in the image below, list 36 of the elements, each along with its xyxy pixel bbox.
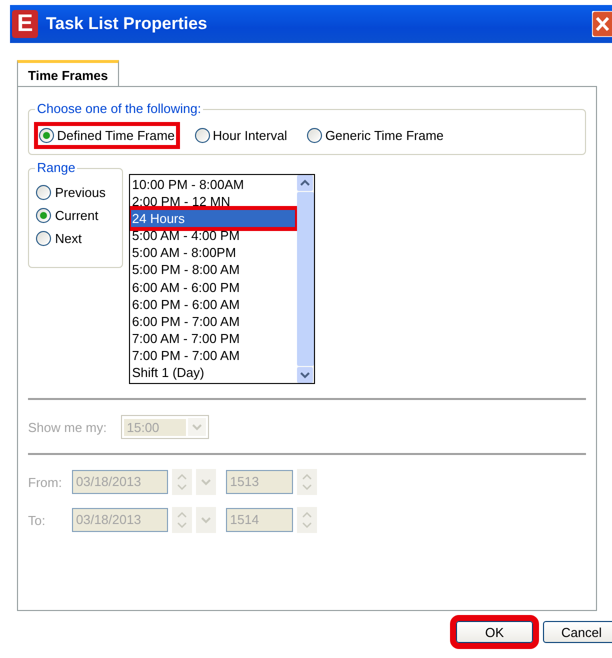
list-item[interactable]: 5:00 AM - 8:00PM — [131, 244, 295, 262]
close-icon[interactable] — [592, 11, 612, 37]
radio-option[interactable]: Next — [31, 229, 122, 252]
list-item[interactable]: 2:00 PM - 12 MN — [131, 193, 295, 210]
list-item[interactable]: 6:00 PM - 6:00 AM — [131, 296, 295, 313]
list-item[interactable]: 10:00 PM - 8:00AM — [131, 176, 295, 194]
list-item[interactable]: 5:00 AM - 4:00 PM — [131, 227, 295, 244]
group-legend: Range — [35, 160, 78, 175]
tab[interactable]: Time Frames — [17, 60, 119, 86]
radio-option[interactable]: Generic Time Frame — [302, 122, 449, 148]
list-box[interactable]: 10:00 PM - 8:00AM 2:00 PM - 12 MN 24 Hours 5:00 AM - 4:00 PM 5:00 AM - 8:00PM 5:00 PM - 8:00 AM 6:00 AM - 6:00 PM 6:00 PM - 6:00 AM 6:00 PM - 7:00 AM 7:00 AM - 7:00 PM 7:00 PM - 7:00 AM Shift 1 (Day) — [129, 174, 315, 384]
app-icon: E — [12, 10, 38, 38]
list-item[interactable]: 24 Hours — [131, 210, 295, 228]
window-title: Task List Properties — [46, 14, 208, 34]
list-item[interactable]: Shift 1 (Day) — [131, 364, 295, 382]
list-item[interactable]: 6:00 AM - 6:00 PM — [131, 278, 295, 296]
list-item[interactable]: 6:00 PM - 7:00 AM — [131, 312, 295, 330]
date-row-label: From: — [28, 474, 63, 490]
dropdown-icon[interactable] — [196, 507, 216, 533]
date-row-label: To: — [28, 512, 46, 528]
list-item[interactable]: 7:00 PM - 7:00 AM — [131, 346, 295, 364]
dropdown-icon[interactable] — [196, 469, 216, 495]
radio-option[interactable]: Previous — [31, 183, 122, 206]
spinner-icon[interactable] — [297, 469, 317, 495]
scroll-bar[interactable] — [297, 175, 314, 383]
radio-option[interactable]: Hour Interval — [190, 122, 292, 148]
group-legend: Choose one of the following: — [35, 101, 204, 116]
radio-option[interactable]: Defined Time Frame — [34, 122, 180, 148]
spinner-icon[interactable] — [297, 507, 317, 533]
list-item[interactable]: 5:00 PM - 8:00 AM — [131, 261, 295, 279]
spinner-icon[interactable] — [172, 507, 192, 533]
cancel-button[interactable]: Cancel — [543, 621, 612, 643]
spinner-icon[interactable] — [172, 469, 192, 495]
show-me-label: Show me my: — [28, 420, 107, 434]
radio-option[interactable]: Current — [31, 206, 122, 229]
list-item[interactable]: 7:00 AM - 7:00 PM — [131, 330, 295, 347]
